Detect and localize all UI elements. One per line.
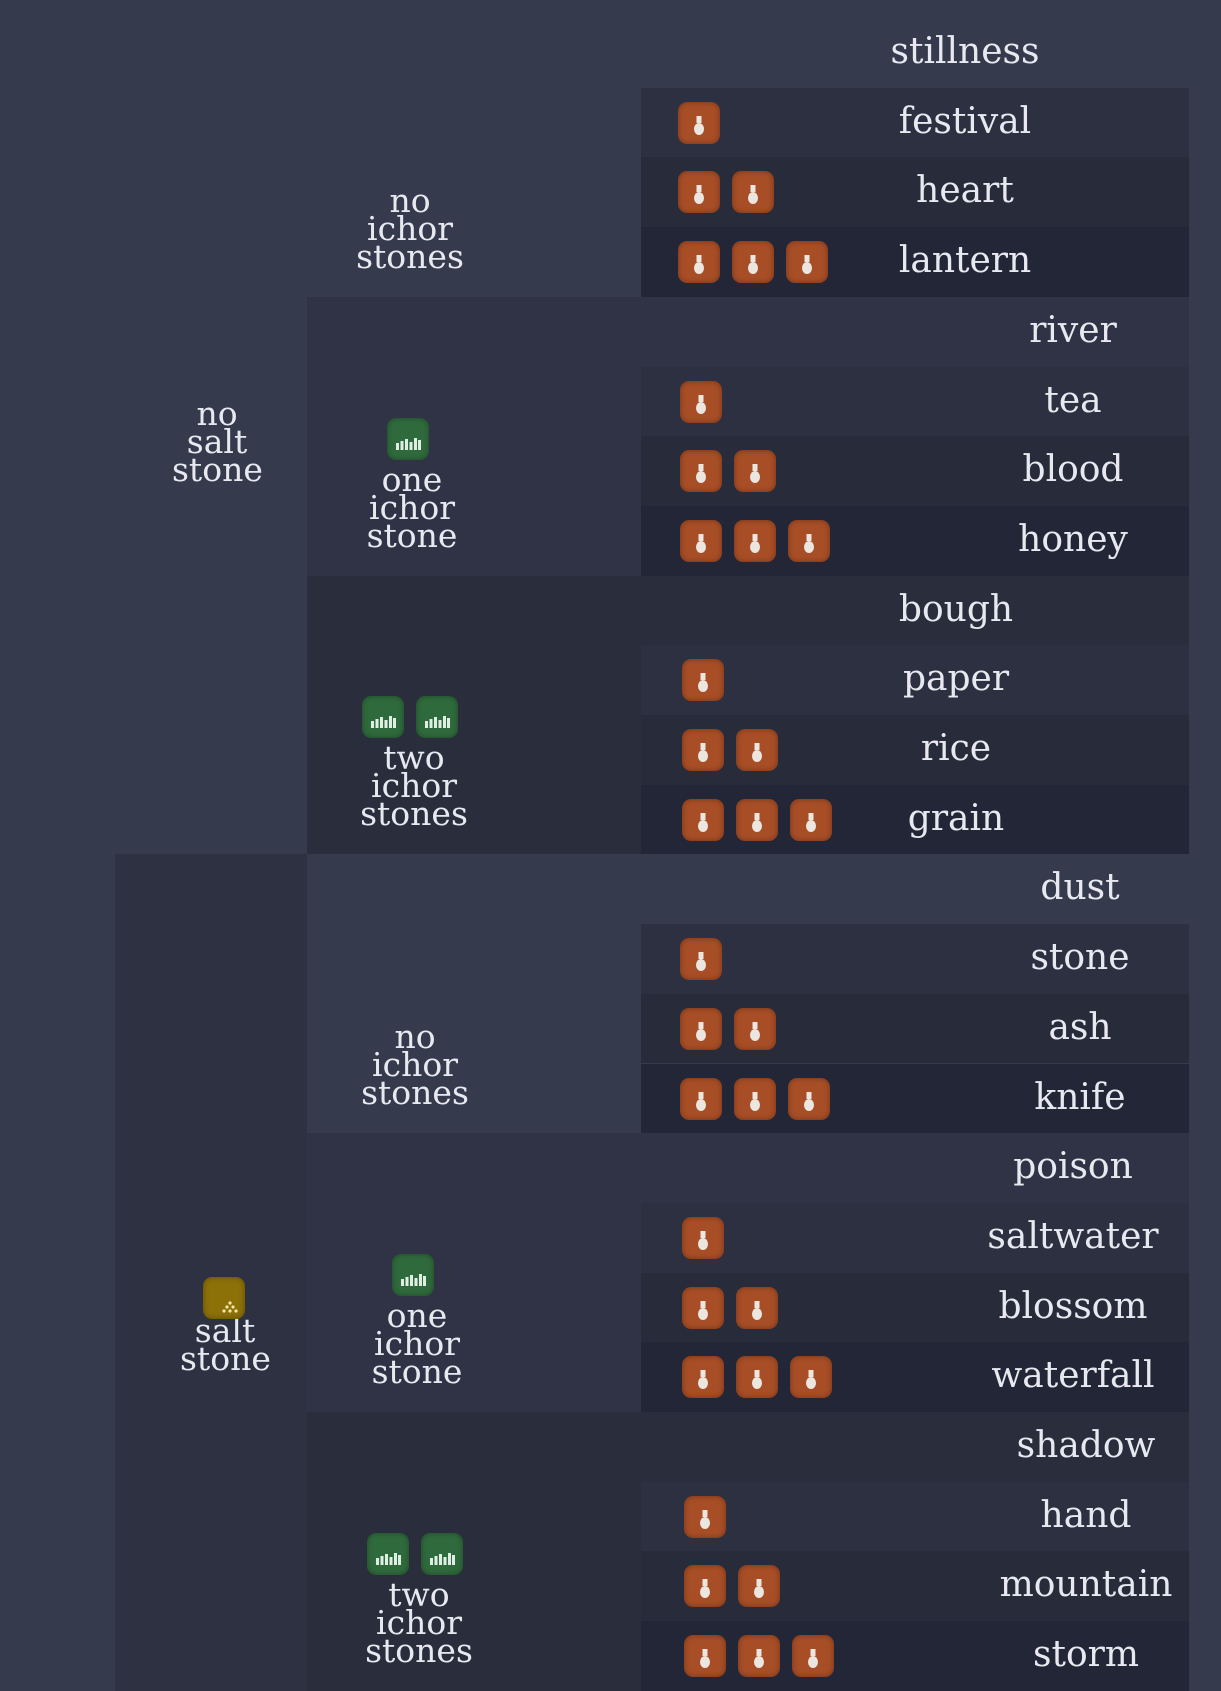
word-label: ash: [1048, 1006, 1112, 1048]
word-row: [641, 366, 1189, 437]
word-label: dust: [1040, 867, 1120, 909]
vase-icon: [680, 938, 722, 981]
word-label: river: [1029, 309, 1117, 351]
word-label: saltwater: [987, 1215, 1159, 1257]
vase-icon: [680, 1077, 722, 1120]
vase-icon: [738, 1635, 780, 1678]
word-label: rice: [920, 728, 992, 769]
vase-icon: [734, 1007, 776, 1050]
bars-icon: [392, 1254, 434, 1296]
bars-icon: [421, 1532, 463, 1575]
vase-icon: [788, 519, 830, 562]
vase-icon: [786, 241, 828, 284]
vase-icon: [792, 1635, 834, 1678]
vase-icon: [680, 380, 722, 423]
vase-icon: [680, 1007, 722, 1050]
vase-icon: [738, 1565, 780, 1608]
bars-icon: [416, 696, 458, 739]
word-label: heart: [916, 170, 1014, 212]
vase-icon: [790, 798, 832, 841]
vase-icon: [682, 729, 724, 771]
ichor-group-label: no ichor stones: [361, 1017, 469, 1113]
word-label: stone: [1030, 937, 1130, 979]
vase-icon: [736, 798, 778, 841]
word-label: waterfall: [991, 1355, 1155, 1397]
word-label: honey: [1018, 518, 1128, 560]
vase-icon: [684, 1635, 726, 1678]
bars-icon: [362, 696, 404, 739]
vase-icon: [678, 171, 720, 214]
word-label: poison: [1013, 1146, 1133, 1188]
vase-icon: [734, 450, 776, 493]
vase-icon: [682, 1216, 724, 1259]
word-label: paper: [902, 658, 1010, 700]
word-label: blood: [1022, 449, 1124, 491]
vase-icon: [684, 1495, 726, 1538]
vase-icon: [790, 1356, 832, 1399]
vase-icon: [788, 1077, 830, 1120]
ichor-group-label: two ichor stones: [365, 1574, 473, 1670]
vase-icon: [684, 1565, 726, 1608]
word-label: stillness: [890, 31, 1040, 72]
vase-icon: [734, 1077, 776, 1120]
ichor-group-label: two ichor stones: [360, 738, 468, 834]
word-label: storm: [1033, 1634, 1139, 1676]
vase-icon: [678, 101, 720, 144]
word-label: bough: [898, 588, 1014, 630]
vase-icon: [736, 1286, 778, 1329]
bars-icon: [387, 417, 429, 460]
vase-icon: [678, 241, 720, 284]
ichor-group-label: one ichor stone: [366, 459, 458, 555]
word-label: hand: [1040, 1494, 1132, 1536]
word-label: festival: [898, 100, 1032, 142]
ichor-group-label: one ichor stone: [371, 1296, 463, 1391]
word-label: shadow: [1016, 1425, 1156, 1466]
vase-icon: [680, 450, 722, 493]
word-label: blossom: [998, 1285, 1148, 1327]
vase-icon: [680, 519, 722, 562]
salt-group-label: no salt stone: [172, 394, 263, 490]
vase-icon: [734, 519, 776, 562]
vase-icon: [682, 1286, 724, 1329]
vase-icon: [682, 659, 724, 702]
ichor-group-label: no ichor stones: [356, 180, 464, 276]
word-label: tea: [1044, 379, 1102, 421]
vase-icon: [736, 1356, 778, 1399]
word-label: grain: [907, 797, 1005, 839]
vase-icon: [736, 729, 778, 771]
word-row: [641, 157, 1189, 228]
stone-word-grid: no salt stone no ichor stones stillness fes…: [0, 0, 1221, 1691]
salt-group-label: salt stone: [180, 1310, 271, 1378]
vase-icon: [732, 241, 774, 284]
word-label: knife: [1034, 1076, 1126, 1118]
bars-icon: [367, 1532, 409, 1575]
word-label: lantern: [898, 240, 1032, 282]
word-label: mountain: [999, 1564, 1173, 1606]
vase-icon: [682, 1356, 724, 1399]
vase-icon: [682, 798, 724, 841]
dots-icon: [203, 1276, 245, 1319]
vase-icon: [732, 171, 774, 214]
